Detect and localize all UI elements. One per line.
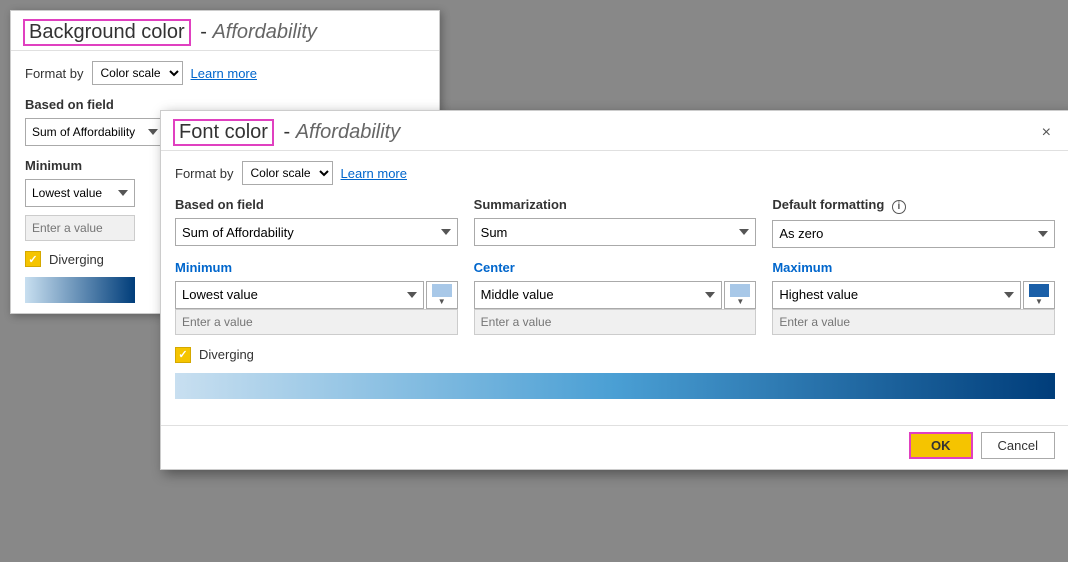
front-center-select[interactable]: Middle value xyxy=(474,281,723,309)
front-summarization-label: Summarization xyxy=(474,197,757,212)
bg-dialog-title: Background color - Affordability xyxy=(23,19,317,46)
front-dialog-title-bar: Font color - Affordability × xyxy=(161,111,1068,151)
bg-format-by-label: Format by xyxy=(25,66,84,81)
front-center-select-row: Middle value ▼ xyxy=(474,281,757,309)
front-minimum-section: Minimum Lowest value ▼ xyxy=(175,260,458,335)
font-color-dialog: Font color - Affordability × Format by C… xyxy=(160,110,1068,470)
front-based-on-field-section: Based on field Sum of Affordability xyxy=(175,197,458,248)
front-dialog-close-button[interactable]: × xyxy=(1036,122,1057,144)
front-maximum-color-swatch xyxy=(1029,284,1049,297)
front-minimum-select[interactable]: Lowest value xyxy=(175,281,424,309)
front-center-color-swatch xyxy=(730,284,750,297)
front-default-formatting-select[interactable]: As zero xyxy=(772,220,1055,248)
front-minimum-color-arrow: ▼ xyxy=(438,297,446,306)
bg-learn-more-link[interactable]: Learn more xyxy=(191,66,257,81)
front-format-by-select[interactable]: Color scale xyxy=(242,161,333,185)
bg-dialog-title-bar: Background color - Affordability xyxy=(11,11,439,51)
cancel-button[interactable]: Cancel xyxy=(981,432,1055,459)
front-format-by-label: Format by xyxy=(175,166,234,181)
front-maximum-section: Maximum Highest value ▼ xyxy=(772,260,1055,335)
front-minimum-select-row: Lowest value ▼ xyxy=(175,281,458,309)
front-three-col-section: Based on field Sum of Affordability Summ… xyxy=(175,197,1055,248)
front-dialog-body: Format by Color scale Learn more Based o… xyxy=(161,151,1068,425)
front-based-on-field-select[interactable]: Sum of Affordability xyxy=(175,218,458,246)
front-based-on-field-label: Based on field xyxy=(175,197,458,212)
front-dialog-title: Font color - Affordability xyxy=(173,119,400,146)
front-minimum-color-swatch xyxy=(432,284,452,297)
ok-button[interactable]: OK xyxy=(909,432,973,459)
bg-format-by-row: Format by Color scale Learn more xyxy=(25,61,425,85)
front-gradient-bar xyxy=(175,373,1055,399)
front-minimum-color-btn[interactable]: ▼ xyxy=(426,281,458,309)
front-maximum-value-input[interactable] xyxy=(772,309,1055,335)
front-default-formatting-section: Default formatting i As zero xyxy=(772,197,1055,248)
bg-based-on-field-select[interactable]: Sum of Affordability xyxy=(25,118,165,146)
front-diverging-label: Diverging xyxy=(199,347,254,362)
front-summarization-select[interactable]: Sum xyxy=(474,218,757,246)
front-diverging-row: ✓ Diverging xyxy=(175,347,1055,363)
bg-gradient-bar xyxy=(25,277,135,303)
bg-minimum-value-input[interactable] xyxy=(25,215,135,241)
bg-title-italic: Affordability xyxy=(212,21,317,43)
front-default-formatting-label: Default formatting i xyxy=(772,197,1055,214)
front-minimum-value-input[interactable] xyxy=(175,309,458,335)
front-maximum-select[interactable]: Highest value xyxy=(772,281,1021,309)
front-center-color-arrow: ▼ xyxy=(736,297,744,306)
front-summarization-section: Summarization Sum xyxy=(474,197,757,248)
front-maximum-label: Maximum xyxy=(772,260,1055,275)
bg-diverging-checkbox[interactable]: ✓ xyxy=(25,251,41,267)
front-checkmark: ✓ xyxy=(178,348,187,361)
front-center-section: Center Middle value ▼ xyxy=(474,260,757,335)
front-maximum-color-btn[interactable]: ▼ xyxy=(1023,281,1055,309)
front-center-value-input[interactable] xyxy=(474,309,757,335)
front-center-color-btn[interactable]: ▼ xyxy=(724,281,756,309)
front-diverging-checkbox[interactable]: ✓ xyxy=(175,347,191,363)
bg-title-highlight: Background color xyxy=(23,19,191,46)
front-center-label: Center xyxy=(474,260,757,275)
front-title-highlight: Font color xyxy=(173,119,274,146)
front-learn-more-link[interactable]: Learn more xyxy=(341,166,407,181)
bg-format-by-select[interactable]: Color scale xyxy=(92,61,183,85)
front-minimum-label: Minimum xyxy=(175,260,458,275)
front-format-by-row: Format by Color scale Learn more xyxy=(175,161,1055,185)
front-title-italic: Affordability xyxy=(296,121,401,143)
bg-minimum-select[interactable]: Lowest value xyxy=(25,179,135,207)
info-icon[interactable]: i xyxy=(892,200,906,214)
bg-checkmark: ✓ xyxy=(28,253,37,266)
front-dialog-footer: OK Cancel xyxy=(161,425,1068,469)
bg-diverging-label: Diverging xyxy=(49,252,104,267)
front-min-center-max-section: Minimum Lowest value ▼ Center M xyxy=(175,260,1055,335)
front-maximum-color-arrow: ▼ xyxy=(1035,297,1043,306)
front-maximum-select-row: Highest value ▼ xyxy=(772,281,1055,309)
